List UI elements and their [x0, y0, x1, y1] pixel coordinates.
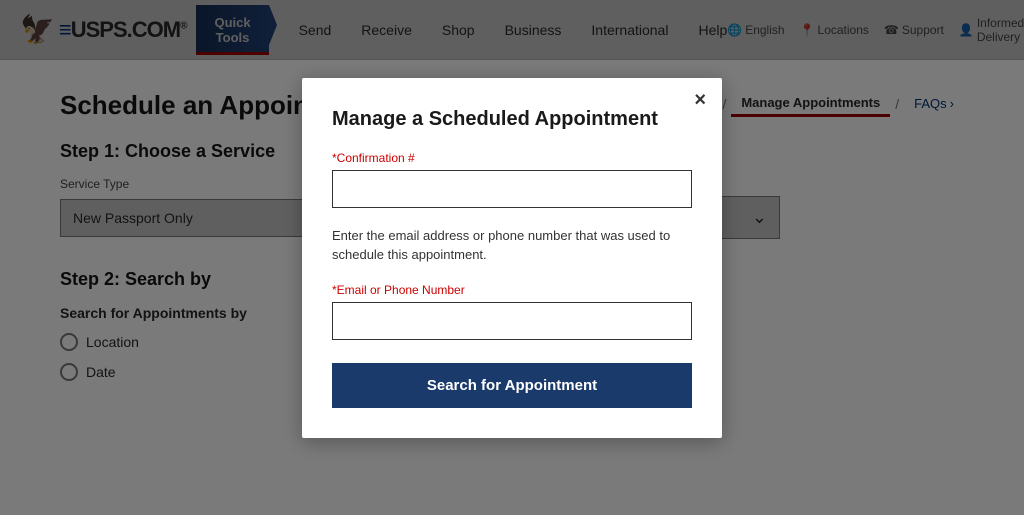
modal-close-button[interactable]: ×	[694, 90, 706, 110]
modal-description: Enter the email address or phone number …	[332, 226, 692, 265]
email-label: *Email or Phone Number	[332, 283, 692, 297]
email-input[interactable]	[332, 302, 692, 340]
modal-overlay: × Manage a Scheduled Appointment *Confir…	[0, 0, 1024, 515]
search-appointment-button[interactable]: Search for Appointment	[332, 363, 692, 408]
confirmation-input[interactable]	[332, 170, 692, 208]
confirmation-label: *Confirmation #	[332, 151, 692, 165]
modal-title: Manage a Scheduled Appointment	[332, 108, 692, 131]
modal: × Manage a Scheduled Appointment *Confir…	[302, 78, 722, 438]
